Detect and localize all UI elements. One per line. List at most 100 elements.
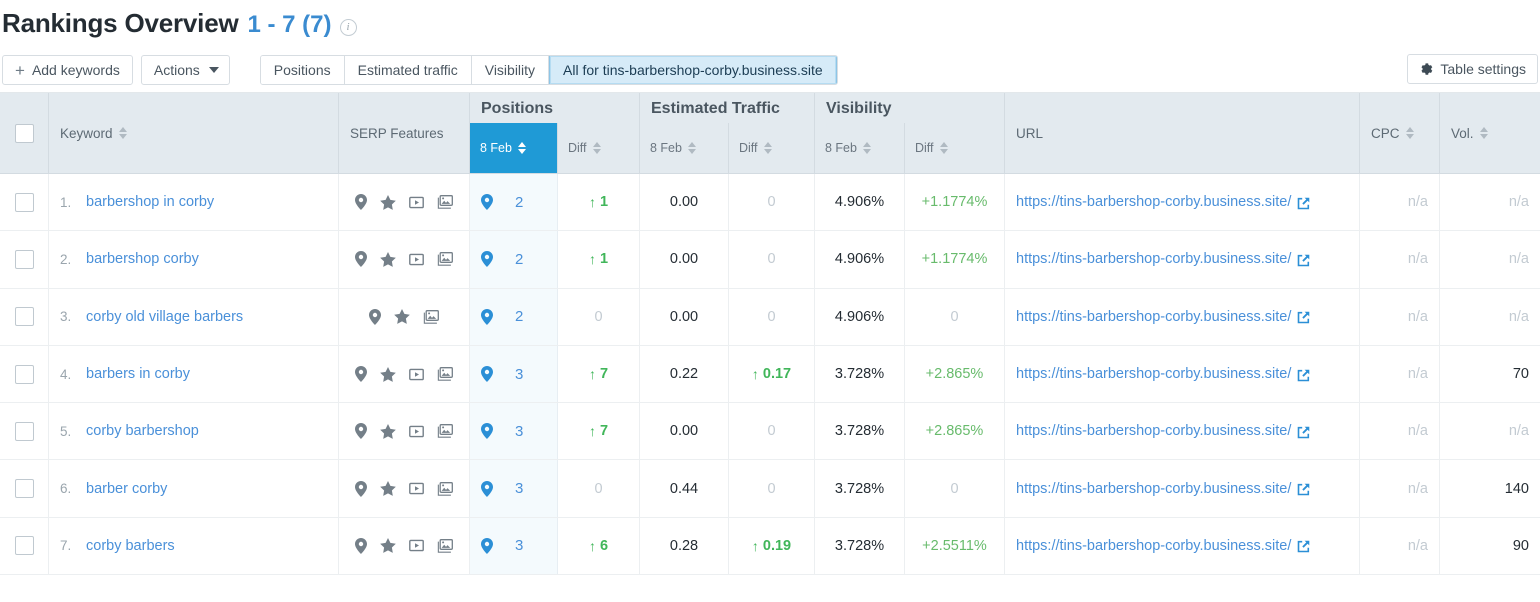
table-settings-button[interactable]: Table settings bbox=[1407, 54, 1538, 84]
header-estimated-traffic-date[interactable]: 8 Feb bbox=[640, 123, 729, 173]
vol-cell: n/a bbox=[1440, 289, 1540, 345]
position-value[interactable]: 3 bbox=[515, 423, 523, 440]
keyword-link[interactable]: barbershop in corby bbox=[86, 194, 214, 210]
images-icon[interactable] bbox=[437, 424, 453, 438]
row-checkbox[interactable] bbox=[15, 193, 34, 212]
map-pin-icon bbox=[481, 538, 493, 554]
map-pin-icon[interactable] bbox=[355, 538, 367, 554]
row-checkbox[interactable] bbox=[15, 536, 34, 555]
info-icon[interactable]: i bbox=[340, 19, 357, 36]
external-link-icon[interactable] bbox=[1297, 540, 1310, 553]
header-visibility-date[interactable]: 8 Feb bbox=[815, 123, 905, 173]
row-checkbox[interactable] bbox=[15, 365, 34, 384]
keyword-link[interactable]: barbers in corby bbox=[86, 366, 190, 382]
map-pin-icon[interactable] bbox=[355, 481, 367, 497]
visibility-value: 3.728% bbox=[835, 538, 884, 554]
row-checkbox[interactable] bbox=[15, 250, 34, 269]
map-pin-icon bbox=[481, 194, 493, 210]
star-icon[interactable] bbox=[380, 367, 396, 382]
header-keyword-sort[interactable]: Keyword bbox=[49, 93, 338, 173]
actions-button[interactable]: Actions bbox=[141, 55, 230, 85]
map-pin-icon[interactable] bbox=[355, 366, 367, 382]
header-estimated-traffic-diff[interactable]: Diff bbox=[729, 123, 815, 173]
sort-arrows-icon bbox=[688, 142, 696, 154]
header-cpc-sort[interactable]: CPC bbox=[1360, 93, 1439, 173]
cpc-cell: n/a bbox=[1360, 289, 1440, 345]
estimated-traffic-value: 0.00 bbox=[670, 251, 698, 267]
video-icon[interactable] bbox=[409, 425, 424, 438]
map-pin-icon[interactable] bbox=[355, 251, 367, 267]
video-icon[interactable] bbox=[409, 482, 424, 495]
position-diff-value: 7 bbox=[600, 366, 608, 382]
keyword-link[interactable]: barbershop corby bbox=[86, 251, 199, 267]
video-icon[interactable] bbox=[409, 196, 424, 209]
position-cell: 2 bbox=[470, 289, 558, 345]
position-value[interactable]: 3 bbox=[515, 480, 523, 497]
toolbar: + Add keywords Actions Positions Estimat… bbox=[0, 48, 1540, 92]
keyword-link[interactable]: corby old village barbers bbox=[86, 309, 243, 325]
video-icon[interactable] bbox=[409, 539, 424, 552]
position-cell: 2 bbox=[470, 174, 558, 230]
external-link-icon[interactable] bbox=[1297, 483, 1310, 496]
header-visibility-diff[interactable]: Diff bbox=[905, 123, 1005, 173]
map-pin-icon[interactable] bbox=[355, 194, 367, 210]
star-icon[interactable] bbox=[380, 195, 396, 210]
add-keywords-button[interactable]: + Add keywords bbox=[2, 55, 133, 85]
url-link[interactable]: https://tins-barbershop-corby.business.s… bbox=[1016, 481, 1291, 497]
header-positions-diff-label: Diff bbox=[568, 141, 587, 155]
tab-visibility[interactable]: Visibility bbox=[472, 56, 549, 84]
estimated-traffic-value: 0.22 bbox=[670, 366, 698, 382]
images-icon[interactable] bbox=[437, 482, 453, 496]
url-link[interactable]: https://tins-barbershop-corby.business.s… bbox=[1016, 251, 1291, 267]
external-link-icon[interactable] bbox=[1297, 311, 1310, 324]
map-pin-icon[interactable] bbox=[355, 423, 367, 439]
tab-estimated-traffic[interactable]: Estimated traffic bbox=[345, 56, 472, 84]
video-icon[interactable] bbox=[409, 253, 424, 266]
url-link[interactable]: https://tins-barbershop-corby.business.s… bbox=[1016, 309, 1291, 325]
position-value[interactable]: 3 bbox=[515, 366, 523, 383]
position-value[interactable]: 2 bbox=[515, 308, 523, 325]
position-value[interactable]: 3 bbox=[515, 537, 523, 554]
url-link[interactable]: https://tins-barbershop-corby.business.s… bbox=[1016, 366, 1291, 382]
star-icon[interactable] bbox=[380, 538, 396, 553]
header-url-label: URL bbox=[1016, 126, 1043, 141]
star-icon[interactable] bbox=[380, 252, 396, 267]
url-link[interactable]: https://tins-barbershop-corby.business.s… bbox=[1016, 538, 1291, 554]
star-icon[interactable] bbox=[380, 424, 396, 439]
header-positions-diff[interactable]: Diff bbox=[558, 123, 640, 173]
position-value[interactable]: 2 bbox=[515, 194, 523, 211]
position-cell: 3 bbox=[470, 403, 558, 459]
keyword-link[interactable]: corby barbers bbox=[86, 538, 175, 554]
keyword-link[interactable]: corby barbershop bbox=[86, 423, 199, 439]
row-checkbox[interactable] bbox=[15, 422, 34, 441]
tab-positions[interactable]: Positions bbox=[261, 56, 345, 84]
images-icon[interactable] bbox=[437, 252, 453, 266]
images-icon[interactable] bbox=[437, 195, 453, 209]
header-positions-date[interactable]: 8 Feb bbox=[470, 123, 558, 173]
rankings-overview-page: Rankings Overview 1 - 7 (7) i + Add keyw… bbox=[0, 0, 1540, 602]
url-link[interactable]: https://tins-barbershop-corby.business.s… bbox=[1016, 194, 1291, 210]
external-link-icon[interactable] bbox=[1297, 426, 1310, 439]
external-link-icon[interactable] bbox=[1297, 254, 1310, 267]
tab-all-for-domain[interactable]: All for tins-barbershop-corby.business.s… bbox=[549, 56, 837, 84]
star-icon[interactable] bbox=[394, 309, 410, 324]
keyword-link[interactable]: barber corby bbox=[86, 481, 167, 497]
star-icon[interactable] bbox=[380, 481, 396, 496]
video-icon[interactable] bbox=[409, 368, 424, 381]
select-all-checkbox[interactable] bbox=[15, 124, 34, 143]
row-checkbox[interactable] bbox=[15, 307, 34, 326]
position-diff: ↑7 bbox=[589, 423, 608, 439]
url-link[interactable]: https://tins-barbershop-corby.business.s… bbox=[1016, 423, 1291, 439]
map-pin-icon[interactable] bbox=[369, 309, 381, 325]
position-value[interactable]: 2 bbox=[515, 251, 523, 268]
images-icon[interactable] bbox=[437, 539, 453, 553]
external-link-icon[interactable] bbox=[1297, 369, 1310, 382]
external-link-icon[interactable] bbox=[1297, 197, 1310, 210]
images-icon[interactable] bbox=[423, 310, 439, 324]
images-icon[interactable] bbox=[437, 367, 453, 381]
header-vol-sort[interactable]: Vol. bbox=[1440, 93, 1540, 173]
row-checkbox[interactable] bbox=[15, 479, 34, 498]
cpc-value: n/a bbox=[1408, 194, 1428, 210]
serp-features-cell bbox=[339, 289, 470, 345]
cpc-cell: n/a bbox=[1360, 460, 1440, 516]
